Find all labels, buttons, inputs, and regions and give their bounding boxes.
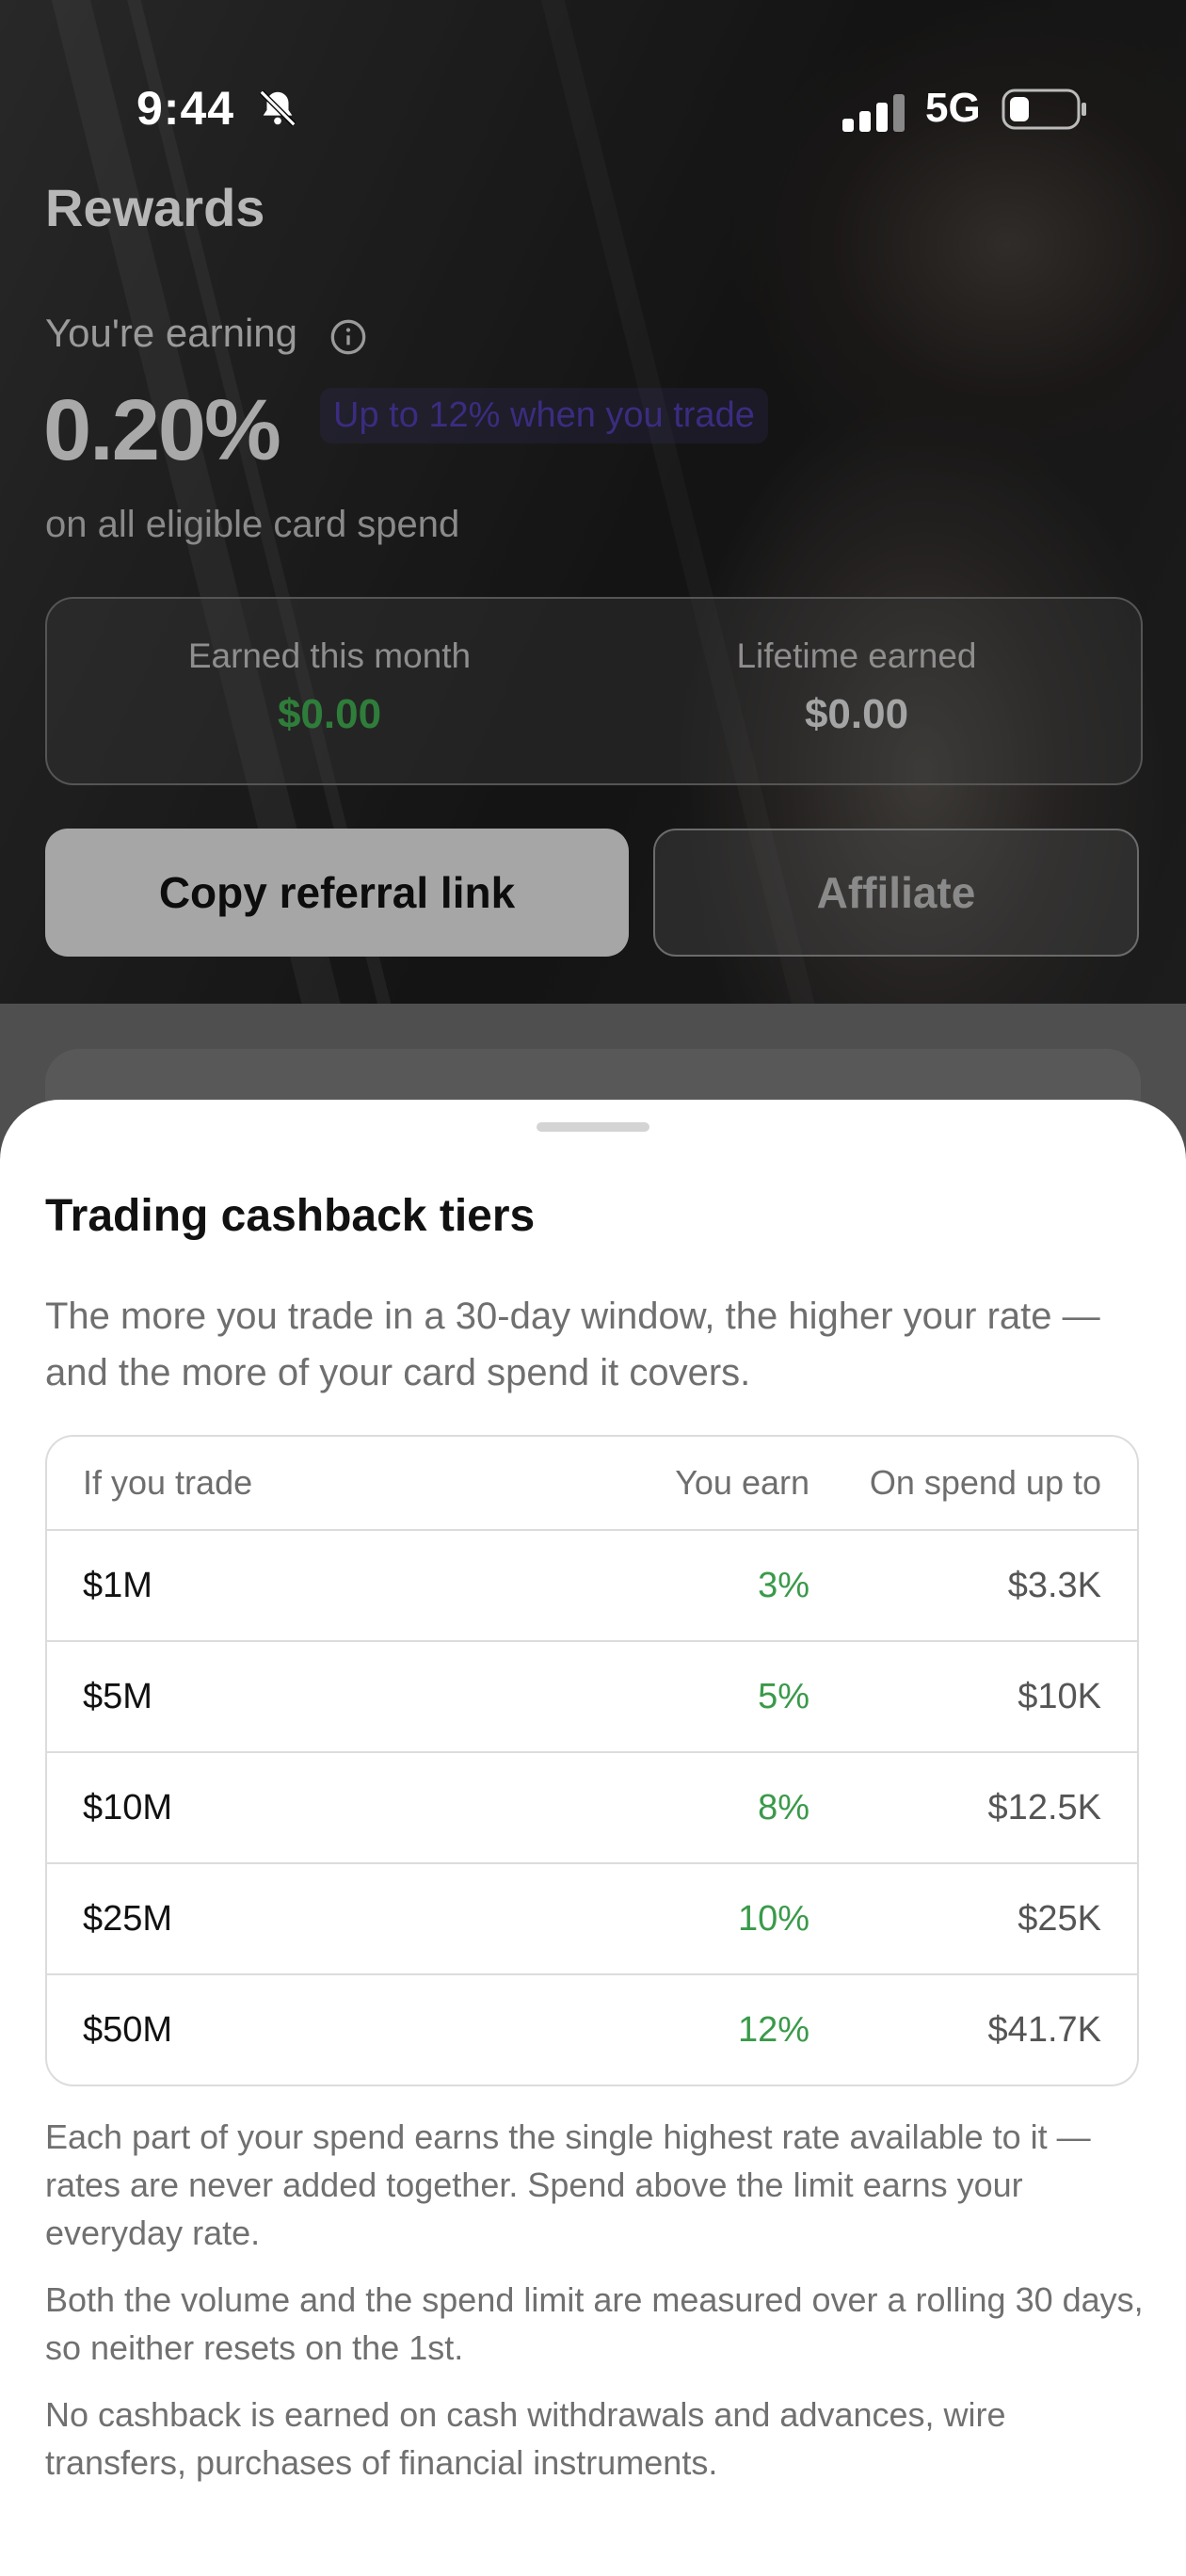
table-header: If you trade You earn On spend up to (47, 1437, 1137, 1529)
table-row: $1M 3% $3.3K (47, 1529, 1137, 1640)
rate-subline: on all eligible card spend (45, 504, 460, 545)
earnings-summary-card: Earned this month $0.00 Lifetime earned … (45, 597, 1143, 785)
spend-limit: $41.7K (987, 2009, 1101, 2050)
copy-referral-link-button[interactable]: Copy referral link (45, 829, 629, 957)
earn-rate: 10% (737, 1898, 809, 1939)
earning-label: You're earning (45, 311, 298, 355)
stat-value: $0.00 (804, 691, 909, 737)
network-type: 5G (925, 85, 981, 131)
trade-volume: $1M (83, 1565, 152, 1605)
table-row: $5M 5% $10K (47, 1640, 1137, 1751)
promo-badge[interactable]: Up to 12% when you trade (320, 388, 768, 443)
sheet-title: Trading cashback tiers (45, 1191, 536, 1241)
spend-limit: $3.3K (1007, 1565, 1101, 1605)
cashback-tiers-sheet: Trading cashback tiers The more you trad… (0, 1100, 1186, 2576)
column-header: If you trade (83, 1463, 253, 1502)
table-row: $10M 8% $12.5K (47, 1751, 1137, 1862)
status-bar: 9:44 5G (0, 81, 1186, 137)
trade-volume: $50M (83, 2009, 173, 2050)
spend-limit: $25K (1018, 1898, 1101, 1939)
table-row: $25M 10% $25K (47, 1862, 1137, 1973)
bell-muted-icon (256, 87, 299, 135)
note-paragraph: Both the volume and the spend limit are … (45, 2280, 1144, 2367)
earn-rate: 5% (758, 1676, 809, 1716)
status-time: 9:44 (136, 82, 235, 135)
spend-limit: $10K (1018, 1676, 1101, 1716)
sheet-description: The more you trade in a 30-day window, t… (45, 1296, 1100, 1393)
sheet-drag-handle[interactable] (537, 1122, 649, 1132)
earn-rate: 8% (758, 1787, 809, 1827)
info-icon[interactable] (329, 318, 367, 361)
tier-notes: Each part of your spend earns the single… (45, 2113, 1146, 2505)
trade-volume: $25M (83, 1898, 173, 1939)
earned-this-month: Earned this month $0.00 (66, 636, 593, 738)
trade-volume: $5M (83, 1676, 152, 1716)
column-header: On spend up to (869, 1463, 1101, 1502)
page-title: Rewards (45, 178, 265, 237)
stat-label: Earned this month (187, 636, 472, 675)
stat-value: $0.00 (277, 691, 382, 737)
earn-rate: 12% (737, 2009, 809, 2050)
column-header: You earn (675, 1463, 809, 1502)
tiers-table: If you trade You earn On spend up to $1M… (45, 1435, 1139, 2086)
affiliate-button[interactable]: Affiliate (653, 829, 1139, 957)
spend-limit: $12.5K (987, 1787, 1101, 1827)
note-paragraph: No cashback is earned on cash withdrawal… (45, 2395, 1006, 2482)
stat-label: Lifetime earned (736, 636, 977, 675)
earn-rate: 3% (758, 1565, 809, 1605)
cellular-signal-icon (842, 94, 908, 137)
table-row: $50M 12% $41.7K (47, 1973, 1137, 2085)
note-paragraph: Each part of your spend earns the single… (45, 2117, 1091, 2252)
cashback-rate: 0.20% (43, 382, 281, 478)
battery-icon (1002, 89, 1088, 135)
trade-volume: $10M (83, 1787, 173, 1827)
lifetime-earned: Lifetime earned $0.00 (593, 636, 1120, 738)
